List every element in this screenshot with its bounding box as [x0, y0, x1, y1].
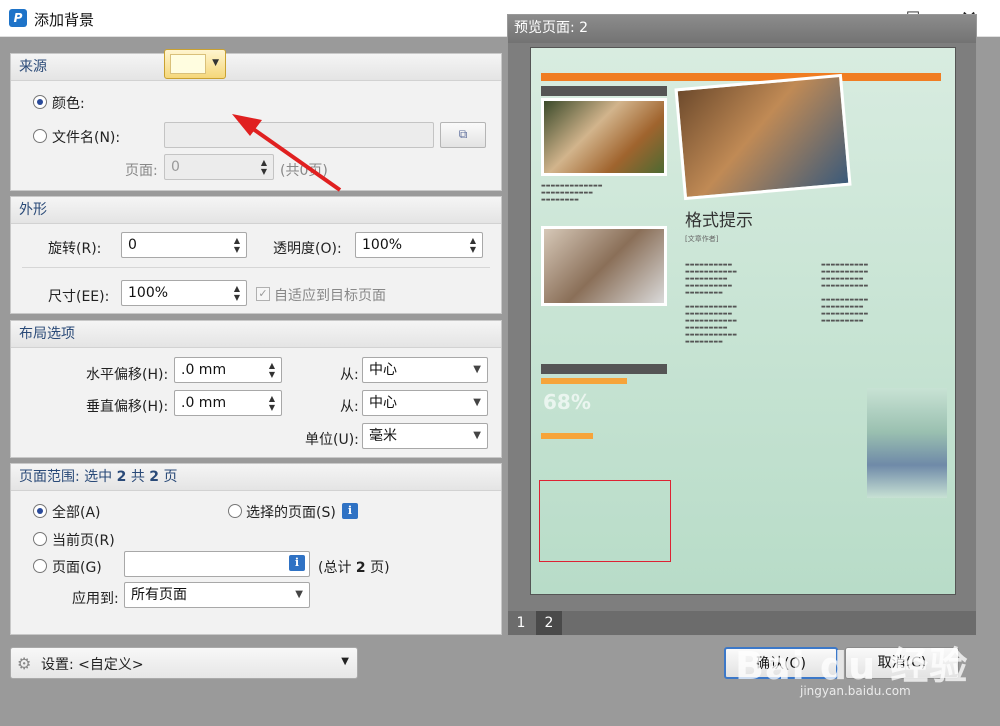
annotation-arrow-icon [232, 114, 342, 192]
watermark-logo: Bai du 经验 [735, 644, 969, 688]
watermark-url: jingyan.baidu.com [800, 684, 911, 698]
